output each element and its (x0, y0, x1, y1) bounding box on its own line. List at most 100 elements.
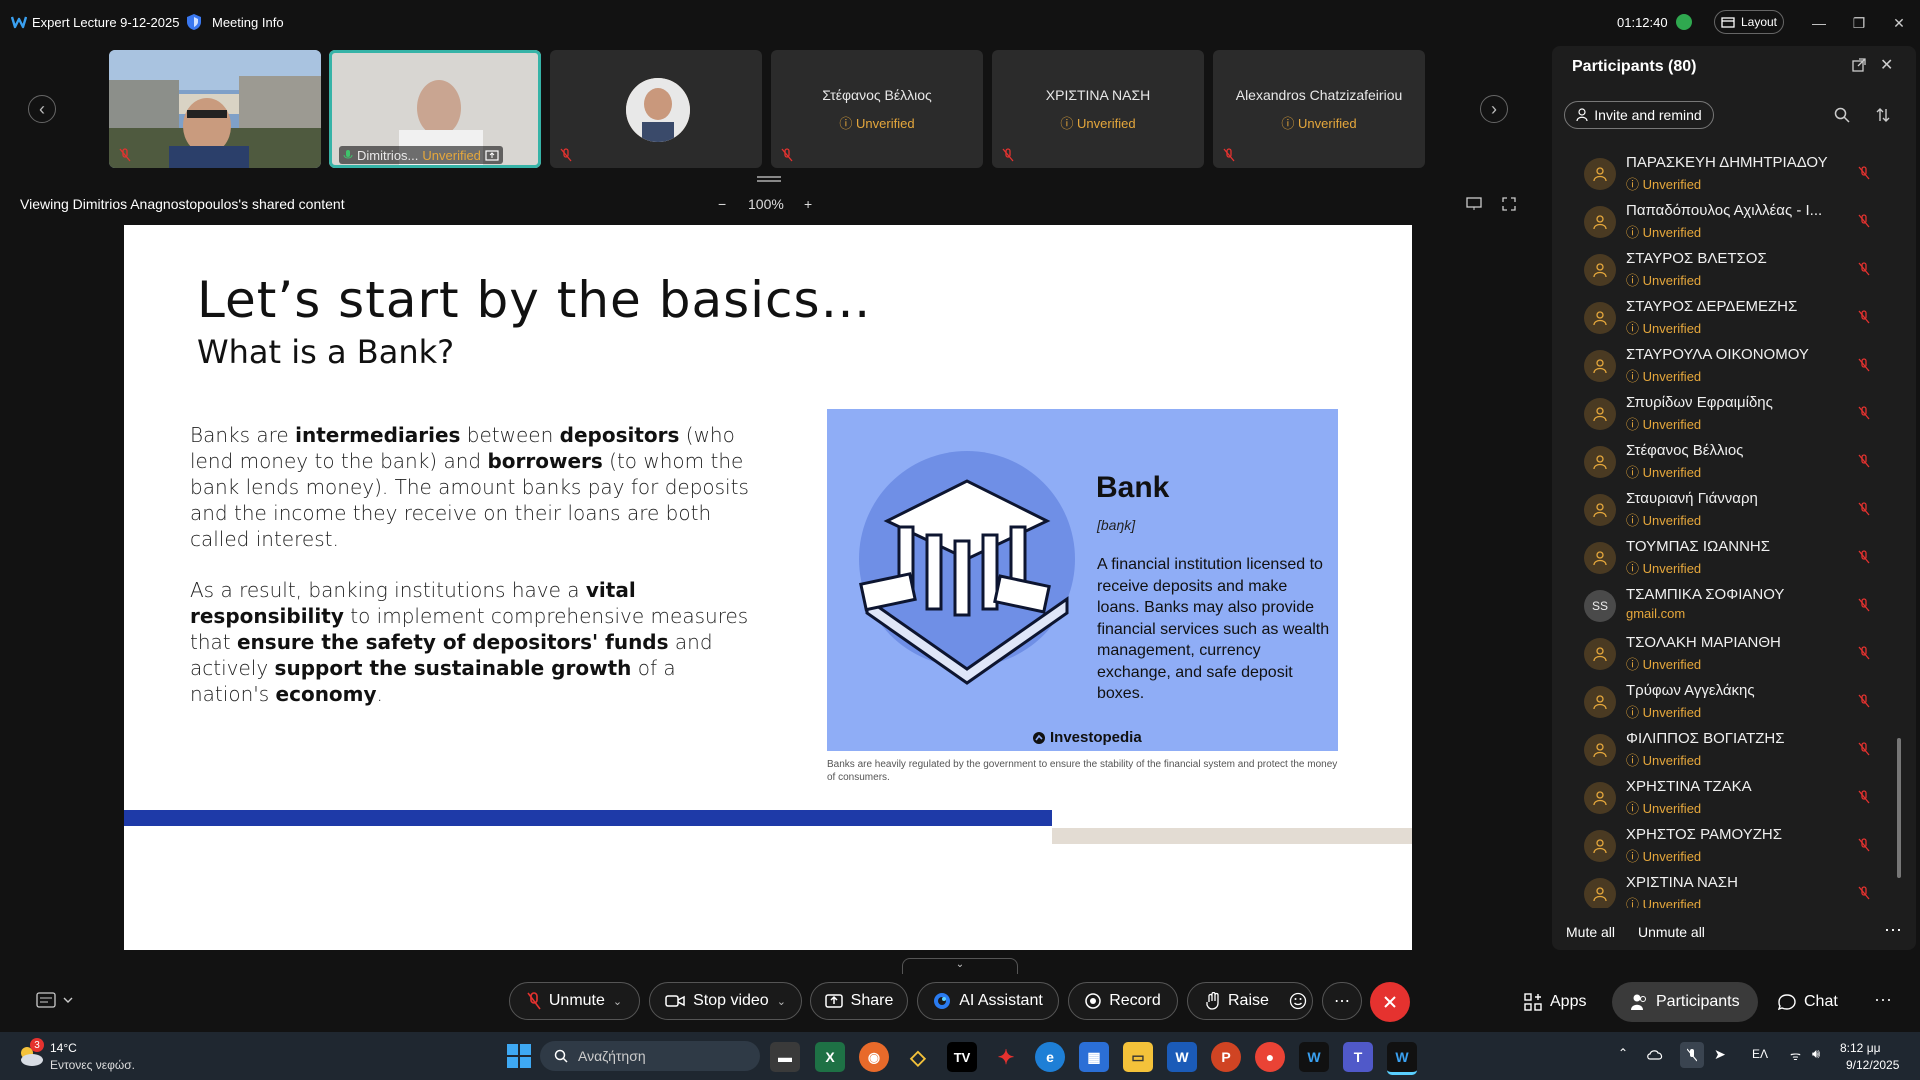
unmute-all-button[interactable]: Unmute all (1638, 924, 1705, 940)
zoom-out-button[interactable]: − (718, 196, 726, 212)
raise-hand-button[interactable]: Raise (1187, 982, 1313, 1020)
fullscreen-icon[interactable] (1502, 197, 1516, 211)
powerpoint-icon[interactable]: P (1211, 1042, 1241, 1072)
participant-row[interactable]: Σπυρίδων Εφραιμίδης ⓘ Unverified (1576, 390, 1888, 438)
mic-muted-icon[interactable] (1858, 838, 1870, 852)
clock-date[interactable]: 9/12/2025 (1846, 1058, 1899, 1072)
scrollbar-thumb[interactable] (1897, 738, 1901, 878)
restore-icon[interactable]: ❐ (1848, 12, 1870, 34)
language-indicator[interactable]: ΕΛ (1752, 1047, 1768, 1061)
tradingview-icon[interactable]: TV (947, 1042, 977, 1072)
mic-muted-icon[interactable] (1858, 742, 1870, 756)
task-view-icon[interactable]: ▬ (770, 1042, 800, 1072)
mic-muted-icon[interactable] (1858, 454, 1870, 468)
mic-muted-icon[interactable] (1858, 886, 1870, 900)
mic-in-use-icon[interactable] (1680, 1042, 1704, 1068)
strip-prev-button[interactable]: ‹ (28, 95, 56, 123)
ai-assistant-button[interactable]: AI Assistant (917, 982, 1059, 1020)
collapse-toolbar-button[interactable]: ⌄ (902, 958, 1018, 974)
mic-muted-icon[interactable] (1858, 550, 1870, 564)
mic-muted-icon[interactable] (1858, 214, 1870, 228)
participant-row[interactable]: ΧΡΗΣΤΙΝΑ ΤΖΑΚΑ ⓘ Unverified (1576, 774, 1888, 822)
participants-tab[interactable]: Participants (1612, 982, 1758, 1022)
minimize-icon[interactable]: — (1808, 12, 1830, 34)
shield-icon[interactable] (186, 13, 202, 31)
video-tile-4[interactable]: Στέφανος Βέλλιος ⓘ Unverified (771, 50, 983, 168)
mic-muted-icon[interactable] (1858, 694, 1870, 708)
video-tile-1[interactable] (109, 50, 321, 168)
more-options-icon[interactable]: ⋯ (1874, 990, 1892, 1011)
store-icon[interactable]: ▦ (1079, 1042, 1109, 1072)
participant-row[interactable]: ΤΟΥΜΠΑΣ ΙΩΑΝΝΗΣ ⓘ Unverified (1576, 534, 1888, 582)
participant-row[interactable]: ΣΤΑΥΡΟΣ ΔΕΡΔΕΜΕΖΗΣ ⓘ Unverified (1576, 294, 1888, 342)
participant-row[interactable]: Σταυριανή Γιάνναρη ⓘ Unverified (1576, 486, 1888, 534)
chat-tab[interactable]: Chat (1760, 982, 1856, 1022)
video-tile-3[interactable] (550, 50, 762, 168)
meeting-info-link[interactable]: Meeting Info (212, 15, 284, 30)
teams-icon[interactable]: T (1343, 1042, 1373, 1072)
mic-muted-icon[interactable] (1858, 262, 1870, 276)
participant-row[interactable]: ΣΤΑΥΡΟΥΛΑ ΟΙΚΟΝΟΜΟΥ ⓘ Unverified (1576, 342, 1888, 390)
captions-icon[interactable] (36, 992, 76, 1008)
excel-icon[interactable]: X (815, 1042, 845, 1072)
reactions-icon[interactable] (1289, 992, 1307, 1010)
leave-meeting-button[interactable] (1370, 982, 1410, 1022)
strip-next-button[interactable]: › (1480, 95, 1508, 123)
volume-icon[interactable]: 🔊︎ (1812, 1046, 1820, 1062)
red-app-icon[interactable]: ✦ (991, 1042, 1021, 1072)
webex-icon[interactable]: W (1299, 1042, 1329, 1072)
invite-and-remind-button[interactable]: Invite and remind (1564, 101, 1714, 129)
mic-muted-icon[interactable] (1858, 502, 1870, 516)
close-icon[interactable]: ✕ (1888, 12, 1910, 34)
edge-icon[interactable]: e (1035, 1042, 1065, 1072)
record-button[interactable]: Record (1068, 982, 1178, 1020)
connection-status-icon[interactable] (1676, 14, 1692, 30)
word-icon[interactable]: W (1167, 1042, 1197, 1072)
participant-row[interactable]: ΠΑΡΑΣΚΕΥΗ ΔΗΜΗΤΡΙΑΔΟΥ ⓘ Unverified (1576, 150, 1888, 198)
participant-row[interactable]: ΧΡΗΣΤΟΣ ΡΑΜΟΥΖΗΣ ⓘ Unverified (1576, 822, 1888, 870)
mic-muted-icon[interactable] (1858, 406, 1870, 420)
mic-muted-icon[interactable] (1858, 358, 1870, 372)
webex-meeting-active-icon[interactable]: W (1387, 1042, 1417, 1075)
file-explorer-icon[interactable]: ▭ (1123, 1042, 1153, 1072)
taskbar-search[interactable]: Αναζήτηση (540, 1041, 760, 1071)
mic-muted-icon[interactable] (1858, 598, 1870, 612)
participant-row[interactable]: Παπαδόπουλος Αχιλλέας - I... ⓘ Unverified (1576, 198, 1888, 246)
video-tile-2[interactable]: Dimitrios... Unverified (329, 50, 541, 168)
zoom-in-button[interactable]: + (804, 196, 812, 212)
location-icon[interactable]: ➤ (1714, 1046, 1726, 1063)
mic-muted-icon[interactable] (1858, 646, 1870, 660)
participant-row[interactable]: ΦΙΛΙΠΠΟΣ ΒΟΓΙΑΤΖΗΣ ⓘ Unverified (1576, 726, 1888, 774)
participant-row[interactable]: ΧΡΙΣΤΙΝΑ ΝΑΣΗ ⓘ Unverified (1576, 870, 1888, 908)
layout-button[interactable]: Layout (1714, 10, 1784, 34)
apps-tab[interactable]: Apps (1506, 982, 1604, 1022)
chevron-up-icon[interactable]: ⌃ (1618, 1046, 1628, 1060)
video-tile-6[interactable]: Alexandros Chatzizafeiriou ⓘ Unverified (1213, 50, 1425, 168)
search-icon[interactable] (1834, 107, 1850, 123)
wifi-icon[interactable]: ᯤ (1790, 1047, 1801, 1064)
participant-row[interactable]: SS ΤΣΑΜΠΙΚΑ ΣΟΦΙΑΝΟΥ gmail.com (1576, 582, 1888, 630)
popout-panel-icon[interactable] (1852, 58, 1866, 72)
mute-all-button[interactable]: Mute all (1566, 924, 1615, 940)
participant-row[interactable]: ΣΤΑΥΡΟΣ ΒΛΕΤΣΟΣ ⓘ Unverified (1576, 246, 1888, 294)
popout-share-icon[interactable] (1466, 197, 1482, 211)
unmute-button[interactable]: Unmute ⌄ (509, 982, 640, 1020)
strip-resize-handle[interactable] (757, 176, 781, 182)
firefox-icon[interactable]: ◉ (859, 1042, 889, 1072)
shortcut-app-icon[interactable]: ◇ (903, 1042, 933, 1072)
mic-muted-icon[interactable] (1858, 310, 1870, 324)
participant-row[interactable]: Τρύφων Αγγελάκης ⓘ Unverified (1576, 678, 1888, 726)
mic-muted-icon[interactable] (1858, 790, 1870, 804)
clock-time[interactable]: 8:12 μμ (1840, 1041, 1881, 1055)
video-tile-5[interactable]: ΧΡΙΣΤΙΝΑ ΝΑΣΗ ⓘ Unverified (992, 50, 1204, 168)
sort-icon[interactable] (1876, 107, 1890, 123)
more-actions-button[interactable]: ⋯ (1322, 982, 1362, 1020)
windows-start-icon[interactable] (506, 1043, 532, 1069)
close-panel-icon[interactable]: ✕ (1880, 55, 1893, 75)
stop-video-button[interactable]: Stop video ⌄ (649, 982, 802, 1020)
participant-row[interactable]: Στέφανος Βέλλιος ⓘ Unverified (1576, 438, 1888, 486)
share-button[interactable]: Share (810, 982, 908, 1020)
mic-muted-icon[interactable] (1858, 166, 1870, 180)
more-options-icon[interactable]: ⋯ (1884, 920, 1902, 941)
onedrive-icon[interactable] (1646, 1048, 1664, 1060)
